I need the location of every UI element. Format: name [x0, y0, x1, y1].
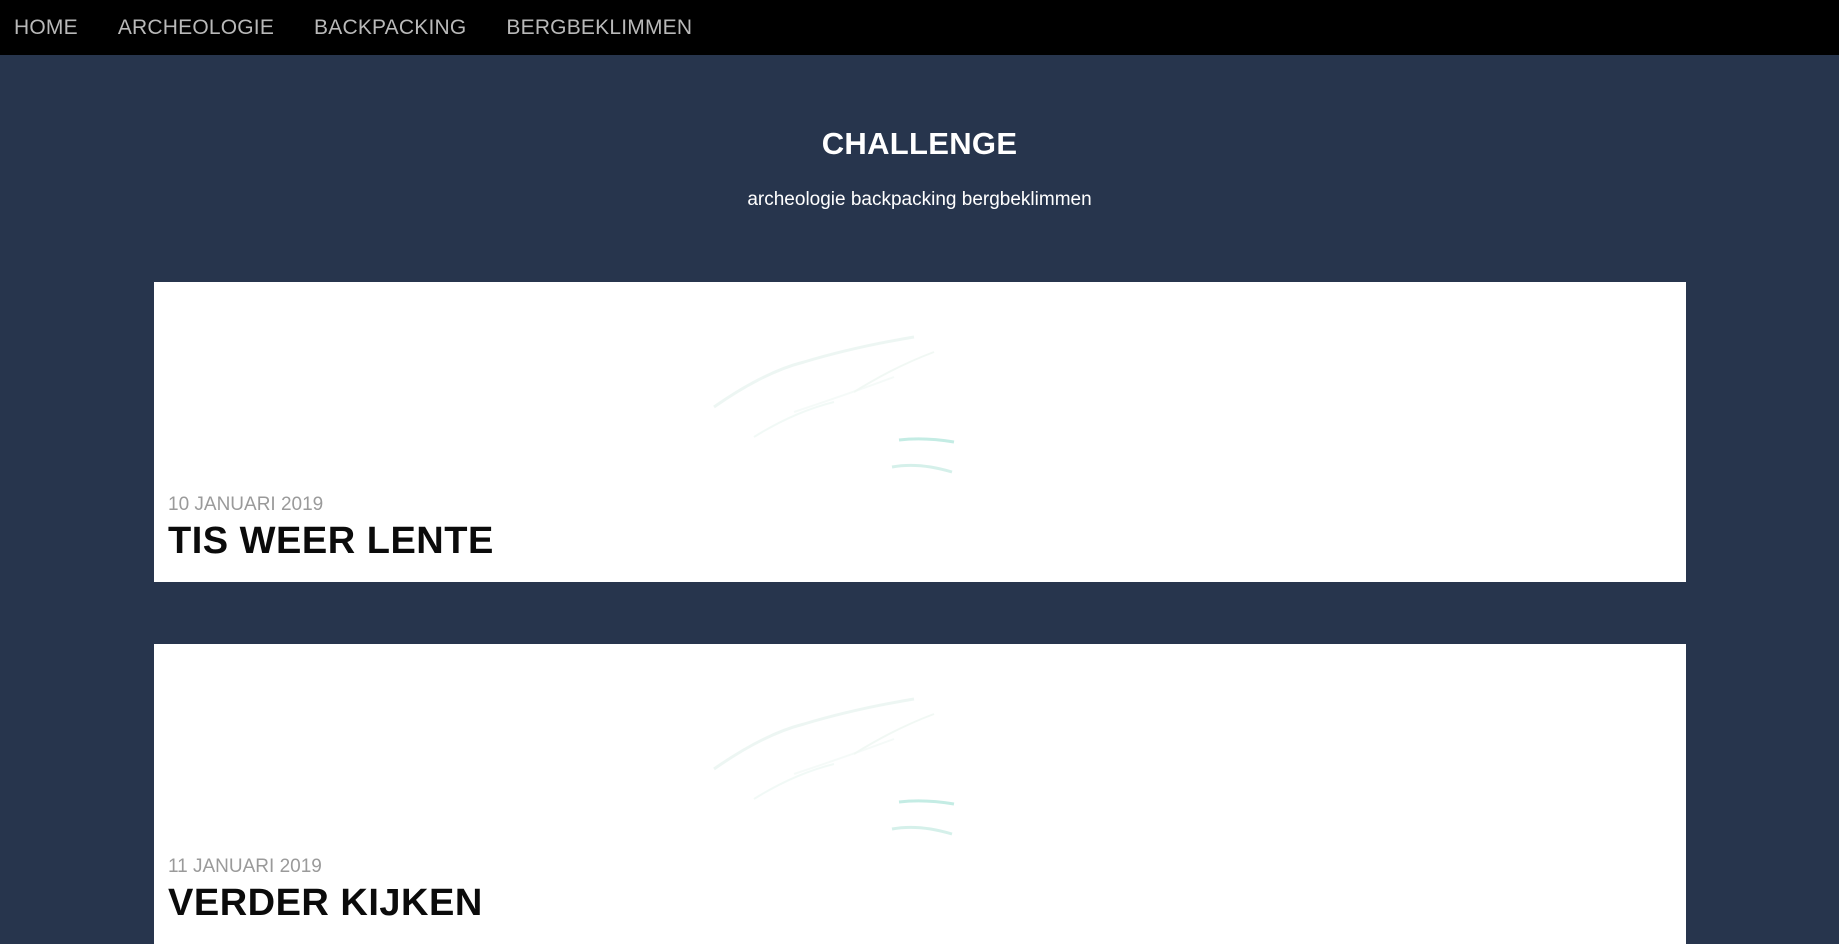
post-date: 10 JANUARI 2019: [168, 494, 324, 515]
nav-link-archeologie[interactable]: ARCHEOLOGIE: [118, 17, 274, 38]
site-title: CHALLENGE: [821, 126, 1018, 161]
site-tagline: archeologie backpacking bergbeklimmen: [747, 189, 1092, 210]
post-title[interactable]: VERDER KIJKEN: [168, 884, 483, 922]
nav-link-home[interactable]: HOME: [14, 17, 78, 38]
post-title[interactable]: TIS WEER LENTE: [168, 522, 494, 560]
nav-link-bergbeklimmen[interactable]: BERGBEKLIMMEN: [506, 17, 692, 38]
nav-link-backpacking[interactable]: BACKPACKING: [314, 17, 466, 38]
post-date: 11 JANUARI 2019: [168, 856, 322, 877]
top-navigation: HOME ARCHEOLOGIE BACKPACKING BERGBEKLIMM…: [0, 0, 1839, 55]
post-card[interactable]: 11 JANUARI 2019 VERDER KIJKEN: [154, 644, 1686, 944]
post-card[interactable]: 10 JANUARI 2019 TIS WEER LENTE: [154, 282, 1686, 582]
